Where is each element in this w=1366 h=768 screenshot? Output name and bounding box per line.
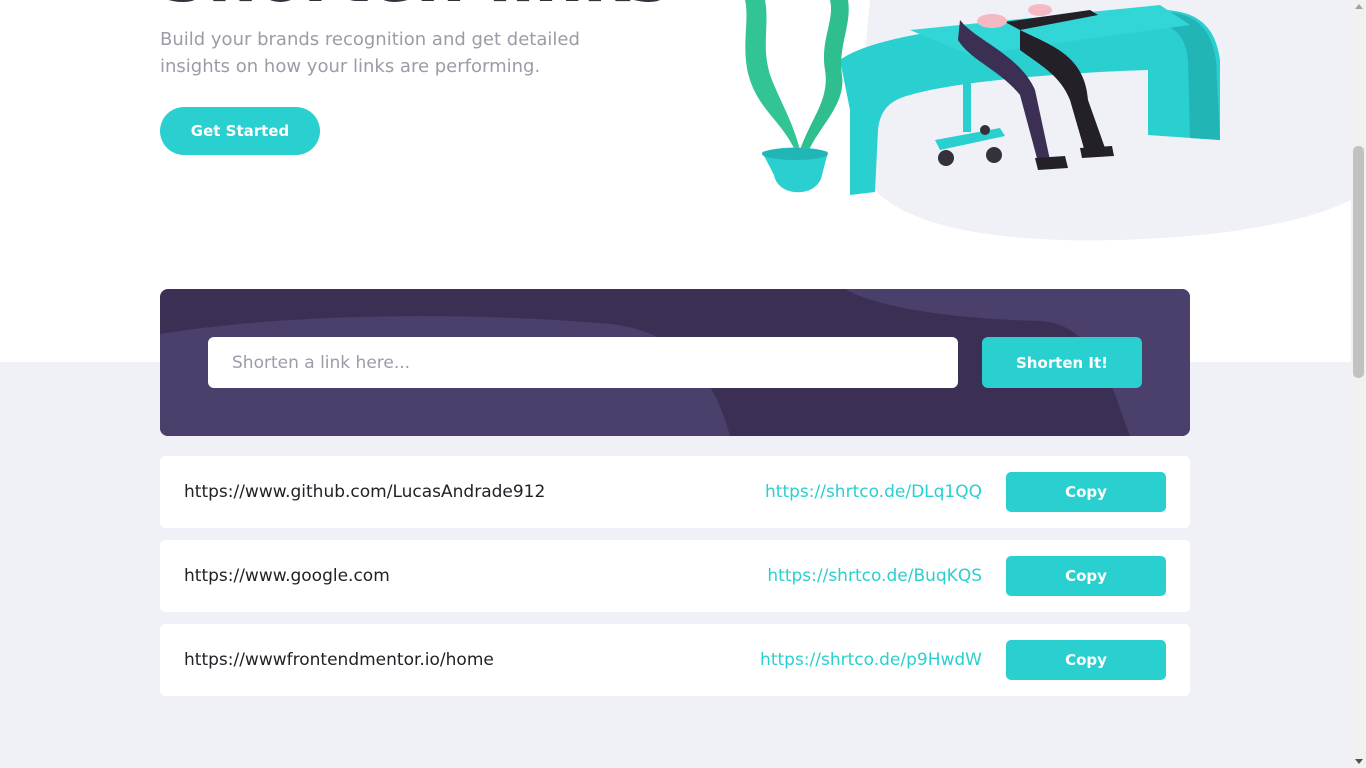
result-row: https://www.google.com https://shrtco.de… [160, 540, 1190, 612]
hero-subtitle: Build your brands recognition and get de… [160, 29, 580, 77]
short-url-link[interactable]: https://shrtco.de/DLq1QQ [765, 456, 982, 528]
hero-title: Shorten links [158, 0, 670, 12]
result-row: https://wwwfrontendmentor.io/home https:… [160, 624, 1190, 696]
original-url: https://www.google.com [184, 566, 390, 586]
short-url-link[interactable]: https://shrtco.de/BuqKQS [767, 540, 982, 612]
copy-button[interactable]: Copy [1006, 472, 1166, 512]
scroll-down-arrow-icon[interactable] [1355, 759, 1363, 764]
copy-button[interactable]: Copy [1006, 640, 1166, 680]
original-url: https://wwwfrontendmentor.io/home [184, 650, 494, 670]
short-url-link[interactable]: https://shrtco.de/p9HwdW [760, 624, 982, 696]
get-started-button[interactable]: Get Started [160, 107, 320, 155]
scrollbar-thumb[interactable] [1353, 146, 1364, 378]
shorten-form: Shorten It! [160, 289, 1190, 436]
shorten-button[interactable]: Shorten It! [982, 337, 1142, 388]
page: Shorten links Build your brands recognit… [0, 0, 1351, 768]
scroll-up-arrow-icon[interactable] [1355, 4, 1363, 9]
vertical-scrollbar[interactable] [1351, 0, 1366, 768]
original-url: https://www.github.com/LucasAndrade912 [184, 482, 546, 502]
working-illustration [745, 0, 1351, 241]
link-input[interactable] [208, 337, 958, 388]
result-row: https://www.github.com/LucasAndrade912 h… [160, 456, 1190, 528]
copy-button[interactable]: Copy [1006, 556, 1166, 596]
